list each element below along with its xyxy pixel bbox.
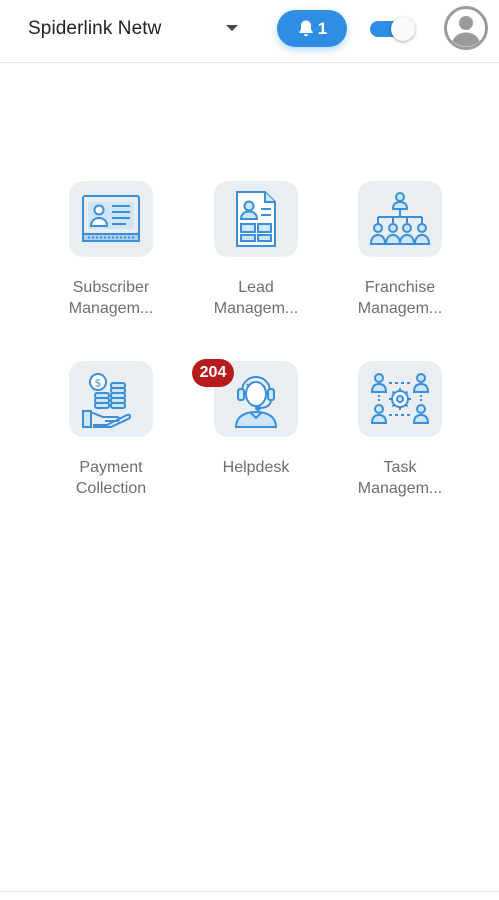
module-icon-box: [358, 181, 442, 257]
module-label: Franchise Managem...: [357, 279, 443, 317]
franchise-hierarchy-icon: [369, 192, 431, 245]
svg-text:$: $: [95, 377, 102, 390]
payment-hand-coins-icon: $: [82, 373, 132, 428]
subscriber-card-icon: [82, 195, 140, 242]
module-tile-helpdesk[interactable]: 204 Helpdesk: [192, 359, 311, 478]
module-icon-box: $: [69, 361, 153, 437]
organization-name: Spiderlink Netw: [28, 18, 162, 39]
module-tile-payment-collection[interactable]: $ Payment Collection: [56, 361, 166, 499]
module-label: Payment Collection: [75, 459, 147, 497]
lead-document-icon: [236, 191, 276, 247]
module-label: Helpdesk: [222, 459, 290, 476]
bottom-divider: [0, 891, 499, 892]
module-label: Subscriber Managem...: [68, 279, 154, 317]
module-label: Task Managem...: [357, 459, 443, 497]
helpdesk-agent-icon: [234, 376, 278, 428]
notifications-button[interactable]: 1: [277, 10, 347, 47]
module-label: Lead Managem...: [213, 279, 299, 317]
module-icon-box: [69, 181, 153, 257]
user-avatar-icon[interactable]: [444, 6, 488, 50]
bell-icon: [299, 20, 313, 37]
module-icon-box: 204: [192, 359, 298, 437]
module-tile-task-management[interactable]: Task Managem...: [345, 361, 455, 499]
module-tile-subscriber-management[interactable]: Subscriber Managem...: [56, 181, 166, 319]
module-tile-lead-management[interactable]: Lead Managem...: [201, 181, 311, 319]
chevron-down-icon[interactable]: [226, 25, 238, 31]
task-team-gear-icon: [370, 373, 430, 424]
notification-count: 1: [317, 18, 328, 38]
organization-selector[interactable]: Spiderlink Netw: [28, 14, 162, 44]
toggle-knob: [391, 17, 415, 41]
module-icon-box: [358, 361, 442, 437]
module-icon-box: [214, 181, 298, 257]
module-tile-franchise-management[interactable]: Franchise Managem...: [345, 181, 455, 319]
app-header: Spiderlink Netw 1: [0, 0, 499, 63]
status-toggle[interactable]: [368, 17, 416, 41]
helpdesk-count-badge: 204: [192, 359, 234, 387]
